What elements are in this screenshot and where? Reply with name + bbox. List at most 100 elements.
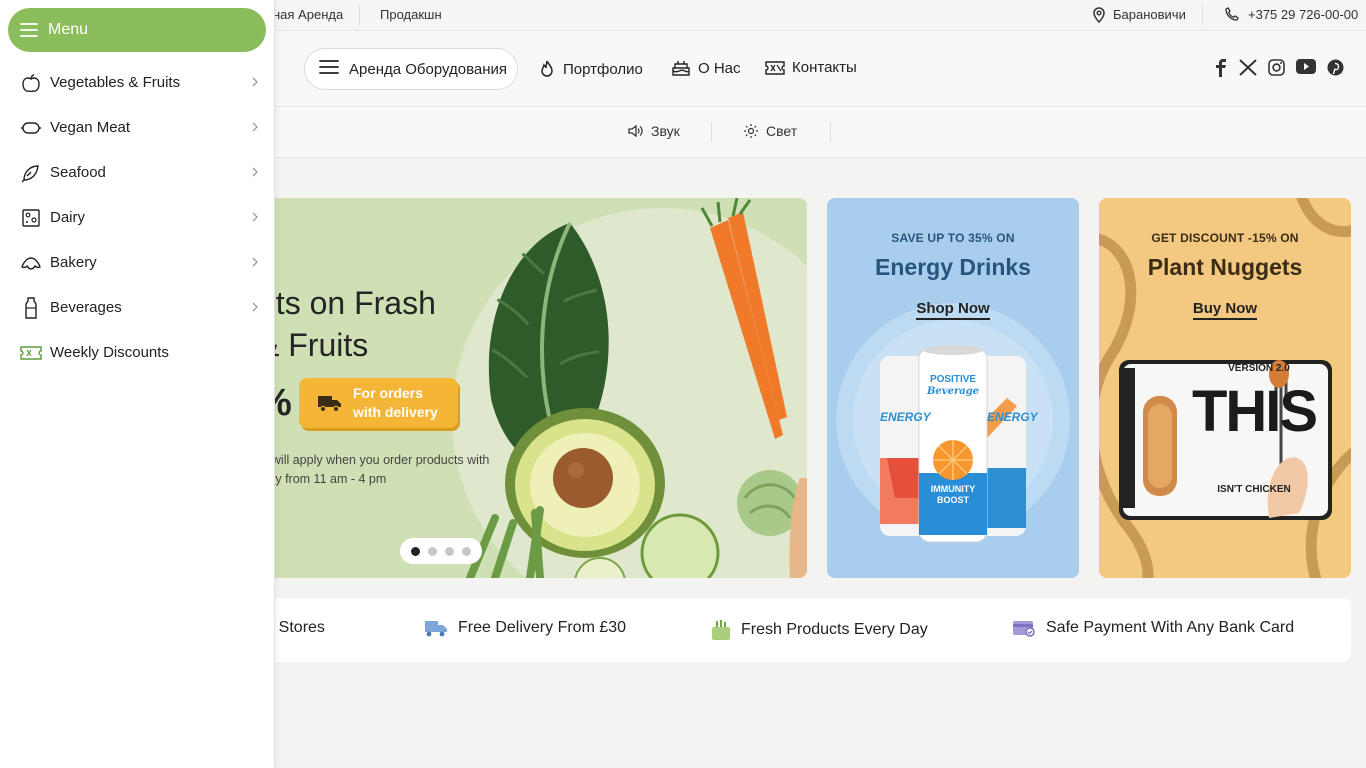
pack-tagline-text: ISN'T CHICKEN (1217, 484, 1291, 495)
can-left-text: ENERGY (880, 410, 931, 424)
buy-now-link[interactable]: Buy Now (1099, 300, 1351, 320)
feature-payment-label: Safe Payment With Any Bank Card (1046, 619, 1295, 636)
carousel-dot-1[interactable] (411, 546, 420, 556)
equipment-rental-button[interactable]: Аренда Оборудования (304, 48, 518, 90)
category-weekly-discounts[interactable]: Weekly Discounts (0, 330, 275, 375)
category-seafood[interactable]: Seafood (0, 150, 275, 195)
carousel-dots (400, 538, 482, 564)
category-vegetables-fruits[interactable]: Vegetables & Fruits (0, 60, 275, 105)
credit-card-icon (1013, 621, 1035, 637)
x-icon[interactable] (1239, 59, 1257, 81)
buy-now-label: Buy Now (1192, 300, 1258, 320)
delivery-badge: For orders with delivery (299, 378, 458, 428)
feature-payment: Safe Payment With Any Bank Card (1012, 619, 1294, 637)
can-center-text: IMMUNITY BOOST (930, 484, 976, 505)
chevron-right-icon (252, 77, 258, 87)
shop-now-link[interactable]: Shop Now (827, 300, 1079, 320)
cake-icon (672, 61, 690, 76)
bottle-icon (20, 296, 42, 319)
truck-icon (425, 621, 447, 637)
chevron-right-icon (252, 302, 258, 312)
cheese-icon (20, 207, 42, 229)
topbar-link-production[interactable]: Продакшн (380, 7, 442, 22)
pack-version-text: VERSION 2.0 (1228, 363, 1290, 374)
nav-portfolio[interactable]: Портфолио (538, 59, 643, 79)
divider (359, 5, 360, 25)
feature-delivery-label: Free Delivery From £30 (458, 619, 627, 636)
hero-title-text: nts on Frash & Fruits (258, 285, 436, 363)
speaker-icon (628, 124, 643, 138)
category-label: Seafood (50, 164, 106, 181)
delivery-badge-text: For orders with delivery (353, 385, 438, 420)
promo-kicker: SAVE UP TO 35% ON (891, 231, 1015, 245)
side-menu: Menu Vegetables & Fruits Vegan Meat Seaf… (0, 0, 275, 768)
apple-icon (20, 72, 42, 94)
menu-button-label: Menu (48, 21, 89, 38)
subnav-sound[interactable]: Звук (628, 123, 680, 139)
promo-card-energy-drinks[interactable]: SAVE UP TO 35% ON Energy Drinks Shop Now… (827, 198, 1079, 578)
feature-fresh-label: Fresh Products Every Day (741, 621, 928, 638)
croissant-icon (20, 252, 42, 274)
carousel-dot-2[interactable] (428, 546, 437, 556)
menu-toggle-button[interactable]: Menu (8, 8, 266, 52)
promo-kicker: GET DISCOUNT -15% ON (1151, 231, 1299, 245)
flame-icon (541, 60, 553, 77)
instagram-icon[interactable] (1268, 59, 1285, 81)
nav-portfolio-label: Портфолио (563, 60, 643, 78)
promo-title: Energy Drinks (875, 254, 1031, 280)
location-pin-icon (1092, 7, 1106, 26)
truck-icon (318, 396, 341, 413)
shop-now-label: Shop Now (916, 300, 990, 320)
youtube-icon[interactable] (1296, 59, 1316, 79)
hamburger-icon (20, 23, 38, 37)
category-label: Weekly Discounts (50, 344, 169, 361)
basket-icon (712, 620, 730, 640)
ticket-icon (765, 60, 785, 75)
hero-title: nts on Frash & Fruits (258, 282, 558, 366)
category-label: Vegan Meat (50, 119, 131, 136)
chevron-right-icon (252, 257, 258, 267)
promo-card-plant-nuggets[interactable]: GET DISCOUNT -15% ON Plant Nuggets Buy N… (1099, 198, 1351, 578)
pinterest-icon[interactable] (1327, 59, 1344, 81)
divider (830, 122, 831, 142)
phone-number[interactable]: +375 29 726-00-00 (1248, 7, 1358, 22)
carousel-dot-4[interactable] (462, 546, 471, 556)
feature-fresh: Fresh Products Every Day (711, 619, 928, 641)
chevron-right-icon (252, 167, 258, 177)
category-bakery[interactable]: Bakery (0, 240, 275, 285)
features-strip: er Stores Free Delivery From £30 Fresh P… (240, 598, 1351, 662)
feature-delivery: Free Delivery From £30 (424, 619, 626, 637)
sausage-icon (20, 117, 42, 139)
subnav-light[interactable]: Свет (744, 123, 797, 139)
subnav-sound-label: Звук (651, 123, 680, 139)
city-selector[interactable]: Барановичи (1113, 7, 1186, 22)
sun-icon (744, 124, 758, 138)
category-label: Vegetables & Fruits (50, 74, 181, 91)
can-right-text: ENERGY (987, 410, 1038, 424)
can-sub-text: Beverage (926, 386, 980, 397)
category-beverages[interactable]: Beverages (0, 285, 275, 330)
divider (1202, 5, 1203, 25)
promo-title: Plant Nuggets (1147, 254, 1303, 280)
chevron-right-icon (252, 212, 258, 222)
nav-about-label: О Нас (698, 59, 741, 77)
nav-about[interactable]: О Нас (671, 59, 741, 77)
facebook-icon[interactable] (1215, 59, 1227, 82)
chevron-right-icon (252, 122, 258, 132)
category-label: Beverages (50, 299, 122, 316)
category-vegan-meat[interactable]: Vegan Meat (0, 105, 275, 150)
category-dairy[interactable]: Dairy (0, 195, 275, 240)
category-label: Dairy (50, 209, 86, 226)
phone-icon (1225, 7, 1239, 24)
ticket-icon (20, 342, 42, 364)
hero-banner[interactable]: nts on Frash & Fruits % For orders with … (240, 198, 807, 578)
pack-word-text: THIS (1191, 379, 1318, 444)
topbar-link-rental[interactable]: ная Аренда (273, 7, 343, 22)
hamburger-icon (319, 59, 339, 79)
fish-icon (20, 162, 42, 184)
nav-contacts-label: Контакты (792, 59, 857, 76)
nav-contacts[interactable]: Контакты (765, 59, 857, 76)
carousel-dot-3[interactable] (445, 546, 454, 556)
can-brand-text: POSITIVE (929, 374, 977, 385)
hero-note: nt will apply when you order products wi… (258, 453, 490, 486)
